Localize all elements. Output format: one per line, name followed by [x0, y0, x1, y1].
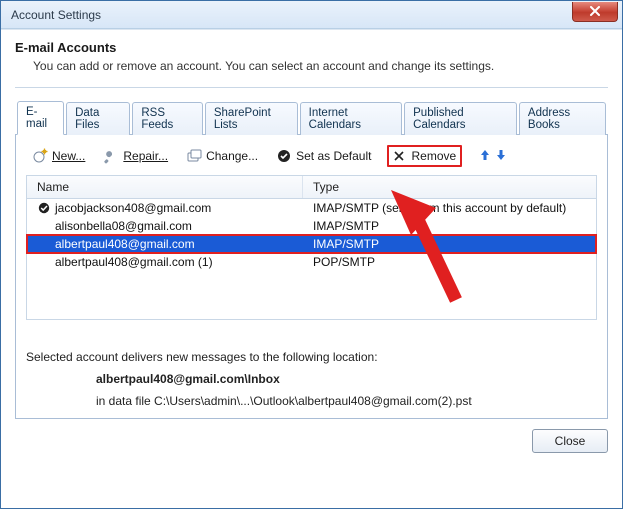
delivery-intro: Selected account delivers new messages t… — [26, 350, 597, 364]
repair-label: Repair... — [123, 149, 168, 163]
default-indicator-icon — [37, 202, 51, 214]
page-subtitle: You can add or remove an account. You ca… — [33, 59, 608, 73]
column-type[interactable]: Type — [303, 176, 596, 198]
delivery-datafile-path: C:\Users\admin\...\Outlook\albertpaul408… — [154, 394, 472, 408]
account-name: alisonbella08@gmail.com — [55, 219, 192, 233]
tabstrip: E-mail Data Files RSS Feeds SharePoint L… — [15, 100, 608, 135]
table-body: jacobjackson408@gmail.com IMAP/SMTP (sen… — [27, 199, 596, 319]
tab-sharepoint-lists[interactable]: SharePoint Lists — [205, 102, 298, 135]
tab-published-calendars[interactable]: Published Calendars — [404, 102, 517, 135]
account-name: albertpaul408@gmail.com — [55, 237, 195, 251]
tab-rss-feeds[interactable]: RSS Feeds — [132, 102, 203, 135]
tab-email[interactable]: E-mail — [17, 101, 64, 135]
delivery-mailbox: albertpaul408@gmail.com — [96, 372, 244, 386]
column-name[interactable]: Name — [27, 176, 303, 198]
titlebar: Account Settings — [1, 1, 622, 29]
table-row[interactable]: albertpaul408@gmail.com IMAP/SMTP — [27, 235, 596, 253]
close-icon — [589, 6, 601, 16]
account-name: jacobjackson408@gmail.com — [55, 201, 211, 215]
account-type: POP/SMTP — [303, 253, 596, 271]
reorder-arrows — [480, 149, 506, 164]
account-name: albertpaul408@gmail.com (1) — [55, 255, 213, 269]
move-down-button[interactable] — [496, 149, 506, 164]
table-row[interactable]: jacobjackson408@gmail.com IMAP/SMTP (sen… — [27, 199, 596, 217]
remove-label: Remove — [411, 149, 456, 163]
table-row[interactable]: albertpaul408@gmail.com (1) POP/SMTP — [27, 253, 596, 271]
delivery-folder: \Inbox — [244, 372, 279, 386]
delivery-info: Selected account delivers new messages t… — [26, 350, 597, 408]
new-account-button[interactable]: New... — [30, 146, 87, 166]
change-label: Change... — [206, 149, 258, 163]
set-default-button[interactable]: Set as Default — [274, 146, 373, 166]
move-up-button[interactable] — [480, 149, 490, 164]
toolbar: New... Repair... Change... — [26, 143, 597, 175]
table-header: Name Type — [27, 176, 596, 199]
change-icon — [186, 148, 202, 164]
new-icon — [32, 148, 48, 164]
arrow-down-icon — [496, 149, 506, 161]
account-type: IMAP/SMTP — [303, 235, 596, 253]
dialog-buttons: Close — [15, 429, 608, 453]
check-circle-icon — [276, 148, 292, 164]
new-label: New... — [52, 149, 85, 163]
arrow-up-icon — [480, 149, 490, 161]
close-button[interactable]: Close — [532, 429, 608, 453]
page-title: E-mail Accounts — [15, 40, 608, 55]
tab-data-files[interactable]: Data Files — [66, 102, 130, 135]
account-type: IMAP/SMTP — [303, 217, 596, 235]
set-default-label: Set as Default — [296, 149, 371, 163]
window-title: Account Settings — [1, 8, 572, 22]
tab-panel-email: New... Repair... Change... — [15, 135, 608, 419]
window-close-button[interactable] — [572, 2, 618, 22]
account-type: IMAP/SMTP (send from this account by def… — [303, 199, 596, 217]
remove-account-button[interactable]: Remove — [387, 145, 462, 167]
tab-internet-calendars[interactable]: Internet Calendars — [300, 102, 403, 135]
change-account-button[interactable]: Change... — [184, 146, 260, 166]
tab-address-books[interactable]: Address Books — [519, 102, 606, 135]
table-row[interactable]: alisonbella08@gmail.com IMAP/SMTP — [27, 217, 596, 235]
accounts-table: Name Type jacobjackson408@gmail.com IMAP… — [26, 175, 597, 320]
repair-icon — [103, 148, 119, 164]
divider — [15, 87, 608, 88]
delivery-datafile-prefix: in data file — [96, 394, 154, 408]
account-settings-dialog: Account Settings E-mail Accounts You can… — [0, 0, 623, 509]
repair-account-button[interactable]: Repair... — [101, 146, 170, 166]
remove-icon — [391, 148, 407, 164]
